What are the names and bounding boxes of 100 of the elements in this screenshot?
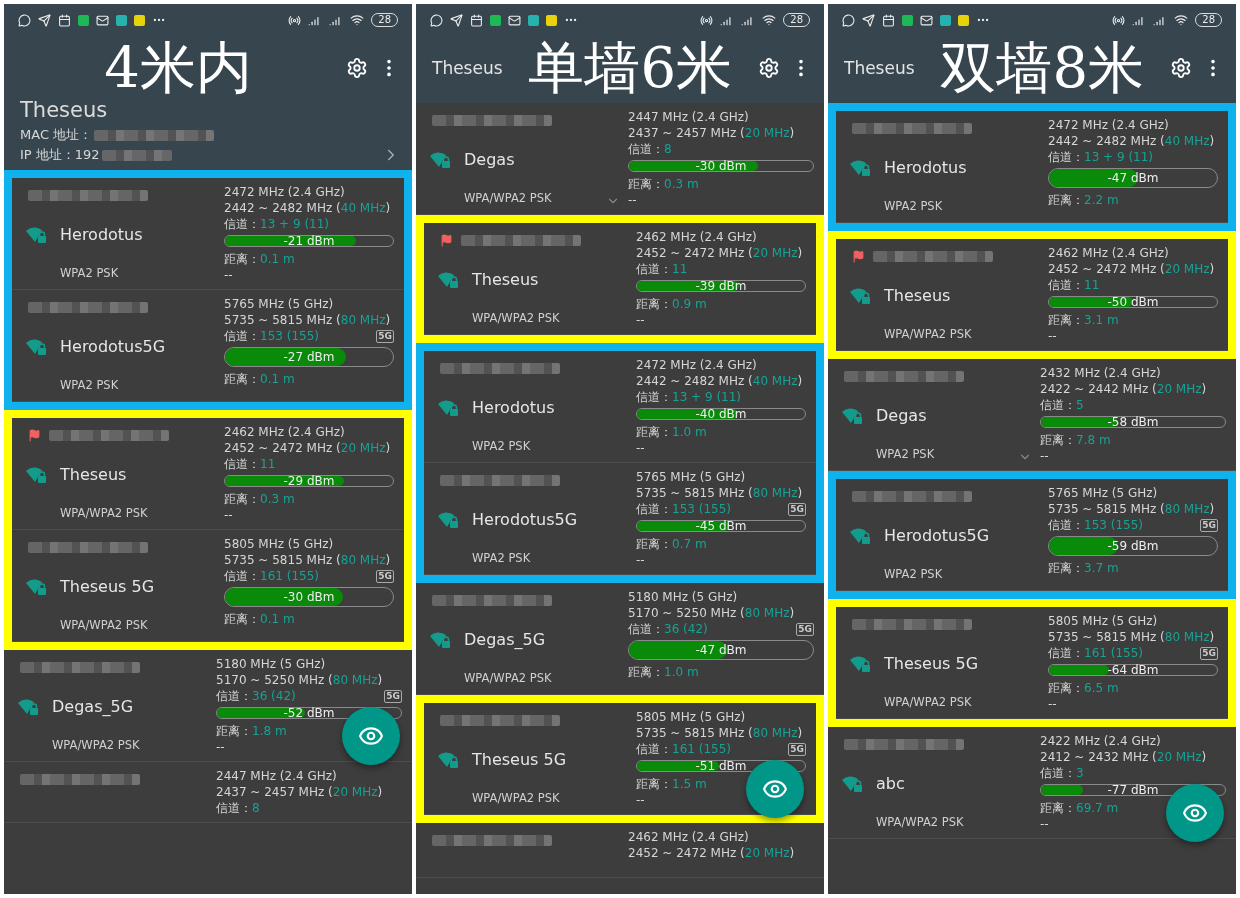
network-card[interactable]: Herodotus5G WPA2 PSK 5765 MHz (5 GHz) 5735 ~ 5815 MHz (80 MHz) 信道：153 (155) 5G -59 dBm 距离：3.7 m (836, 479, 1228, 591)
wifi-lock-icon (26, 464, 48, 485)
network-name: Theseus (472, 270, 539, 289)
network-card[interactable]: Herodotus5G WPA2 PSK 5765 MHz (5 GHz) 5735 ~ 5815 MHz (80 MHz) 信道：153 (155) 5G -45 dBm 距离：0.7 m -- (424, 463, 816, 575)
signal-reading: -39 dBm (695, 279, 747, 293)
frequency-range: 2442 ~ 2482 MHz (40 MHz) (636, 373, 803, 389)
frequency-range: 5735 ~ 5815 MHz (80 MHz) (636, 485, 803, 501)
eye-button[interactable] (1166, 784, 1224, 842)
distance-text: 距离：1.0 m (628, 664, 699, 680)
network-name: Degas_5G (52, 697, 134, 716)
frequency-range: 2452 ~ 2472 MHz (20 MHz) (224, 440, 391, 456)
channel-text: 信道：36 (42) (628, 621, 708, 637)
signal-reading: -47 dBm (1107, 171, 1159, 185)
security-type: WPA2 PSK (60, 378, 119, 392)
distance-text: 距离：1.5 m (636, 776, 707, 792)
frequency-range: 2412 ~ 2432 MHz (20 MHz) (1040, 749, 1207, 765)
network-name: Herodotus5G (472, 510, 578, 529)
distance-text: 距离：0.1 m (224, 371, 295, 387)
frequency-range: 5170 ~ 5250 MHz (80 MHz) (216, 672, 383, 688)
network-card[interactable]: Degas WPA/WPA2 PSK 2447 MHz (2.4 GHz) 2437 ~ 2457 MHz (20 MHz) 信道：8 -30 dBm 距离：0.3 m -- (416, 103, 824, 215)
network-card[interactable]: Herodotus5G WPA2 PSK 5765 MHz (5 GHz) 5735 ~ 5815 MHz (80 MHz) 信道：153 (155) 5G -27 dBm 距离：0.1 m (12, 290, 404, 402)
network-card[interactable]: Theseus WPA/WPA2 PSK 2462 MHz (2.4 GHz) 2452 ~ 2472 MHz (20 MHz) 信道：11 -50 dBm 距离：3.1 m -- (836, 239, 1228, 351)
hotspot-icon (288, 13, 302, 27)
eye-button[interactable] (342, 707, 400, 765)
network-card[interactable]: Degas_5G WPA/WPA2 PSK 5180 MHz (5 GHz) 5170 ~ 5250 MHz (80 MHz) 信道：36 (42) 5G -47 dBm 距离：1.0 m (416, 583, 824, 695)
settings-icon[interactable] (758, 57, 780, 79)
paper-plane-icon (38, 13, 51, 27)
network-card[interactable]: 2447 MHz (2.4 GHz) 2437 ~ 2457 MHz (20 MHz) 信道：8 (4, 762, 412, 823)
app-icon (902, 14, 913, 26)
dash-text: -- (224, 267, 233, 283)
distance-text: 距离：3.1 m (1048, 312, 1119, 328)
network-title: Theseus (20, 98, 109, 122)
network-card[interactable]: Theseus 5G WPA/WPA2 PSK 5805 MHz (5 GHz) 5735 ~ 5815 MHz (80 MHz) 信道：161 (155) 5G -64 dBm 距离：6.5 m -- (836, 607, 1228, 719)
network-card[interactable]: Theseus 5G WPA/WPA2 PSK 5805 MHz (5 GHz) 5735 ~ 5815 MHz (80 MHz) 信道：161 (155) 5G -51 dBm 距离：1.5 m -- (424, 703, 816, 815)
network-name: Theseus (884, 286, 951, 305)
network-card[interactable]: Theseus 5G WPA/WPA2 PSK 5805 MHz (5 GHz) 5735 ~ 5815 MHz (80 MHz) 信道：161 (155) 5G -30 dBm 距离：0.1 m (12, 530, 404, 642)
frequency-range: 2442 ~ 2482 MHz (40 MHz) (1048, 133, 1215, 149)
app-icon (78, 14, 89, 26)
network-card[interactable]: Herodotus WPA2 PSK 2472 MHz (2.4 GHz) 2442 ~ 2482 MHz (40 MHz) 信道：13 + 9 (11) -40 dBm 距离：1.0 m -- (424, 351, 816, 463)
channel-text: 信道：13 + 9 (11) (1048, 149, 1154, 165)
frequency-text: 2422 MHz (2.4 GHz) (1040, 733, 1161, 749)
wifi-icon (1174, 13, 1189, 27)
signal-reading: -30 dBm (695, 159, 747, 173)
wifi-lock-icon (430, 149, 452, 170)
security-type: WPA2 PSK (876, 447, 935, 461)
band-badge: 5G (788, 502, 806, 516)
network-name: Herodotus (472, 398, 555, 417)
eye-button[interactable] (746, 760, 804, 818)
wifi-lock-icon (438, 509, 460, 530)
distance-text: 距离：0.3 m (224, 491, 295, 507)
frequency-range: 2442 ~ 2482 MHz (40 MHz) (224, 200, 391, 216)
network-card[interactable]: Theseus WPA/WPA2 PSK 2462 MHz (2.4 GHz) 2452 ~ 2472 MHz (20 MHz) 信道：11 -29 dBm 距离：0.3 m -- (12, 418, 404, 530)
signal-reading: -45 dBm (695, 519, 747, 533)
channel-text: 信道：153 (155) (636, 501, 731, 517)
security-type: WPA2 PSK (472, 439, 531, 453)
distance-text: 距离：0.1 m (224, 611, 295, 627)
network-card[interactable]: Degas WPA2 PSK 2432 MHz (2.4 GHz) 2422 ~ 2442 MHz (20 MHz) 信道：5 -58 dBm 距离：7.8 m -- (828, 359, 1236, 471)
wifi-lock-icon (842, 405, 864, 426)
frequency-text: 2472 MHz (2.4 GHz) (636, 357, 757, 373)
dash-text: -- (636, 552, 645, 568)
wifi-lock-icon (26, 224, 48, 245)
signal-reading: -64 dBm (1107, 663, 1159, 677)
signal-reading: -30 dBm (283, 590, 335, 604)
network-name: Theseus 5G (884, 654, 979, 673)
network-card[interactable]: Theseus WPA/WPA2 PSK 2462 MHz (2.4 GHz) 2452 ~ 2472 MHz (20 MHz) 信道：11 -39 dBm 距离：0.9 m -- (424, 223, 816, 335)
signal-reading: -58 dBm (1107, 415, 1159, 429)
network-card[interactable]: Herodotus WPA2 PSK 2472 MHz (2.4 GHz) 2442 ~ 2482 MHz (40 MHz) 信道：13 + 9 (11) -47 dBm 距离：2.2 m (836, 111, 1228, 223)
mail-icon (920, 13, 933, 27)
wifi-lock-icon (430, 629, 452, 650)
network-card[interactable]: Degas_5G WPA/WPA2 PSK 5180 MHz (5 GHz) 5170 ~ 5250 MHz (80 MHz) 信道：36 (42) 5G -52 dBm 距离：1.8 m -- (4, 650, 412, 762)
network-card[interactable]: 2462 MHz (2.4 GHz) 2452 ~ 2472 MHz (20 MHz) (416, 823, 824, 878)
mail-icon (508, 13, 521, 27)
frequency-text: 5180 MHz (5 GHz) (628, 589, 738, 605)
settings-icon[interactable] (346, 57, 368, 79)
wifi-lock-icon (850, 157, 872, 178)
signal-reading: -21 dBm (283, 234, 335, 248)
mail-icon (96, 13, 109, 27)
network-name: Herodotus5G (884, 526, 990, 545)
network-card[interactable]: Herodotus WPA2 PSK 2472 MHz (2.4 GHz) 2442 ~ 2482 MHz (40 MHz) 信道：13 + 9 (11) -21 dBm 距离：0.1 m -- (12, 178, 404, 290)
app-icon (134, 14, 145, 26)
distance-text: 距离：0.3 m (628, 176, 699, 192)
security-type: WPA/WPA2 PSK (464, 671, 552, 685)
channel-text: 信道：13 + 9 (11) (224, 216, 330, 232)
frequency-text: 5805 MHz (5 GHz) (636, 709, 746, 725)
frequency-text: 5805 MHz (5 GHz) (224, 536, 334, 552)
security-type: WPA/WPA2 PSK (472, 791, 560, 805)
chat-bubble-icon (430, 13, 443, 27)
security-type: WPA2 PSK (884, 567, 943, 581)
security-type: WPA/WPA2 PSK (60, 618, 148, 632)
channel-text: 信道：153 (155) (1048, 517, 1143, 533)
channel-text: 信道：153 (155) (224, 328, 319, 344)
dash-text: -- (628, 192, 637, 208)
frequency-range: 2452 ~ 2472 MHz (20 MHz) (1048, 261, 1215, 277)
frequency-range: 5170 ~ 5250 MHz (80 MHz) (628, 605, 795, 621)
wifi-lock-icon (438, 749, 460, 770)
wifi-lock-icon (850, 285, 872, 306)
settings-icon[interactable] (1170, 57, 1192, 79)
dash-text: -- (216, 739, 225, 755)
frequency-text: 2447 MHz (2.4 GHz) (216, 768, 337, 784)
network-card[interactable]: abc WPA/WPA2 PSK 2422 MHz (2.4 GHz) 2412 ~ 2432 MHz (20 MHz) 信道：3 -77 dBm 距离：69.7 m -- (828, 727, 1236, 839)
